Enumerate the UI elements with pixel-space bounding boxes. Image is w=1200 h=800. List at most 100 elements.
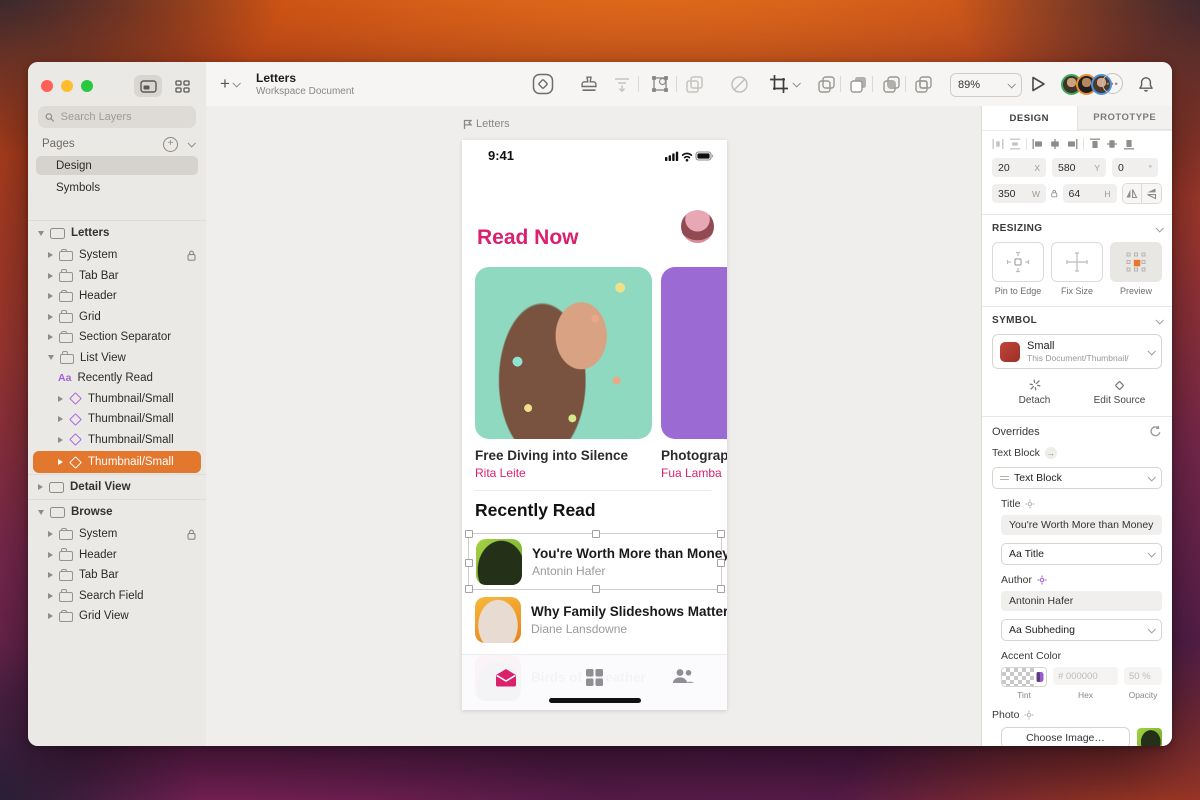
photo-thumbnail[interactable]	[1137, 728, 1162, 746]
chevron-right-icon[interactable]	[48, 593, 53, 599]
chevron-right-icon[interactable]	[58, 459, 63, 465]
boolean-intersect-button[interactable]	[879, 72, 903, 96]
chevron-right-icon[interactable]	[58, 416, 63, 422]
layer-row-header[interactable]: Header	[28, 286, 206, 307]
align-center-horizontal-icon[interactable]	[1049, 138, 1061, 150]
read-now-header[interactable]: Read Now	[477, 226, 579, 250]
layer-row-search-field[interactable]: Search Field	[28, 586, 206, 607]
create-symbol-button[interactable]	[531, 72, 555, 96]
list-item[interactable]: Why Family Slideshows Matter Diane Lansd…	[475, 592, 727, 647]
group-button[interactable]	[682, 72, 706, 96]
choose-image-button[interactable]: Choose Image…	[1001, 727, 1130, 746]
selection-handle[interactable]	[465, 530, 473, 538]
no-fill-button[interactable]	[727, 72, 751, 96]
zoom-window-button[interactable]	[81, 80, 93, 92]
resizing-preview[interactable]: Preview	[1110, 242, 1162, 296]
tint-swatch[interactable]	[1001, 667, 1047, 687]
preview-play-button[interactable]	[1026, 72, 1050, 96]
author-override-input[interactable]	[1001, 591, 1162, 611]
tab-browse[interactable]	[550, 668, 638, 687]
collapse-section-chevron[interactable]	[1155, 224, 1163, 232]
align-middle-vertical-icon[interactable]	[1106, 138, 1118, 150]
layer-row-system-2[interactable]: System	[28, 524, 206, 545]
layer-row-grid[interactable]: Grid	[28, 307, 206, 328]
collapse-section-chevron[interactable]	[1155, 316, 1163, 324]
tab-design[interactable]: DESIGN	[982, 106, 1077, 130]
chevron-down-icon[interactable]	[38, 231, 44, 236]
symbol-source-dropdown[interactable]: Small This Document/Thumbnail/	[992, 334, 1162, 369]
chevron-down-icon[interactable]	[48, 355, 54, 360]
resizing-pin-to-edge[interactable]: Pin to Edge	[992, 242, 1044, 296]
height-field[interactable]: 64 H	[1063, 184, 1117, 203]
chevron-right-icon[interactable]	[48, 531, 53, 537]
page-item-symbols[interactable]: Symbols	[36, 178, 198, 197]
notifications-button[interactable]	[1134, 72, 1158, 96]
layer-row-thumbnail-small-3[interactable]: Thumbnail/Small	[28, 430, 206, 451]
pages-collapse-chevron[interactable]	[187, 139, 195, 147]
components-view-toggle[interactable]	[168, 75, 196, 97]
data-stamp-button[interactable]	[577, 72, 601, 96]
align-right-icon[interactable]	[1066, 138, 1078, 150]
layer-row-thumbnail-small-1[interactable]: Thumbnail/Small	[28, 389, 206, 410]
add-page-button[interactable]: +	[163, 137, 178, 152]
edit-transform-button[interactable]	[648, 72, 672, 96]
reset-overrides-icon[interactable]	[1149, 425, 1162, 438]
chevron-right-icon[interactable]	[48, 293, 53, 299]
chevron-right-icon[interactable]	[48, 552, 53, 558]
title-override-input[interactable]	[1001, 515, 1162, 535]
layer-row-system[interactable]: System	[28, 245, 206, 266]
chevron-down-icon[interactable]	[38, 510, 44, 515]
zoom-level-dropdown[interactable]: 89%	[950, 73, 1022, 97]
boolean-difference-button[interactable]	[911, 72, 935, 96]
selection-handle[interactable]	[465, 559, 473, 567]
color-picker-icon[interactable]	[1034, 670, 1046, 684]
go-to-symbol-icon[interactable]: →	[1045, 447, 1057, 459]
search-layers-input[interactable]	[59, 110, 189, 124]
align-bottom-icon[interactable]	[1123, 138, 1135, 150]
tab-people[interactable]	[639, 668, 727, 687]
layer-row-tab-bar[interactable]: Tab Bar	[28, 266, 206, 287]
chevron-right-icon[interactable]	[48, 334, 53, 340]
story-card[interactable]: Photographi Fua Lamba	[661, 267, 727, 480]
opacity-input[interactable]	[1124, 667, 1162, 685]
hex-input[interactable]	[1053, 667, 1118, 685]
selection-handle[interactable]	[717, 559, 725, 567]
frame-tool-button[interactable]	[765, 72, 803, 96]
layer-row-header-2[interactable]: Header	[28, 545, 206, 566]
layer-row-artboard-detail-view[interactable]: Detail View	[28, 474, 206, 499]
layer-row-artboard-letters[interactable]: Letters	[28, 220, 206, 245]
width-field[interactable]: 350 W	[992, 184, 1046, 203]
insert-button[interactable]: +	[220, 62, 239, 106]
minimize-window-button[interactable]	[61, 80, 73, 92]
selection-handle[interactable]	[465, 585, 473, 593]
more-collaborators-button[interactable]: •••	[1102, 73, 1123, 94]
y-position-field[interactable]: 580 Y	[1052, 158, 1106, 177]
layer-row-thumbnail-small-2[interactable]: Thumbnail/Small	[28, 409, 206, 430]
rotation-field[interactable]: 0 °	[1112, 158, 1158, 177]
constrain-proportions-lock-icon[interactable]	[1051, 188, 1058, 199]
chevron-right-icon[interactable]	[48, 572, 53, 578]
canvas-view-toggle[interactable]	[134, 75, 162, 97]
flip-vertical-button[interactable]	[1141, 184, 1161, 203]
tab-prototype[interactable]: PROTOTYPE	[1077, 106, 1173, 130]
chevron-right-icon[interactable]	[48, 613, 53, 619]
author-style-dropdown[interactable]: Aa Subheding	[1001, 619, 1162, 641]
artboard-title[interactable]: Letters	[463, 118, 510, 130]
recently-read-header[interactable]: Recently Read	[475, 500, 596, 521]
layer-row-thumbnail-small-selected[interactable]: Thumbnail/Small	[33, 451, 201, 473]
edit-source-button[interactable]: Edit Source	[1077, 378, 1162, 406]
layer-row-tab-bar-2[interactable]: Tab Bar	[28, 565, 206, 586]
layer-row-grid-view[interactable]: Grid View	[28, 606, 206, 627]
layer-row-list-view[interactable]: List View	[28, 348, 206, 369]
boolean-subtract-button[interactable]	[846, 72, 870, 96]
artboard-letters[interactable]: 9:41 Read Now Free Diving into Silence R…	[462, 140, 727, 710]
list-item[interactable]: You're Worth More than Money Antonin Haf…	[469, 534, 721, 589]
chevron-right-icon[interactable]	[48, 273, 53, 279]
title-style-dropdown[interactable]: Aa Title	[1001, 543, 1162, 565]
boolean-union-button[interactable]	[814, 72, 838, 96]
selected-symbol-frame[interactable]: You're Worth More than Money Antonin Haf…	[468, 533, 722, 590]
chevron-right-icon[interactable]	[48, 314, 53, 320]
layer-row-recently-read[interactable]: Aa Recently Read	[28, 368, 206, 389]
flip-horizontal-button[interactable]	[1123, 184, 1142, 203]
profile-avatar[interactable]	[681, 210, 714, 243]
